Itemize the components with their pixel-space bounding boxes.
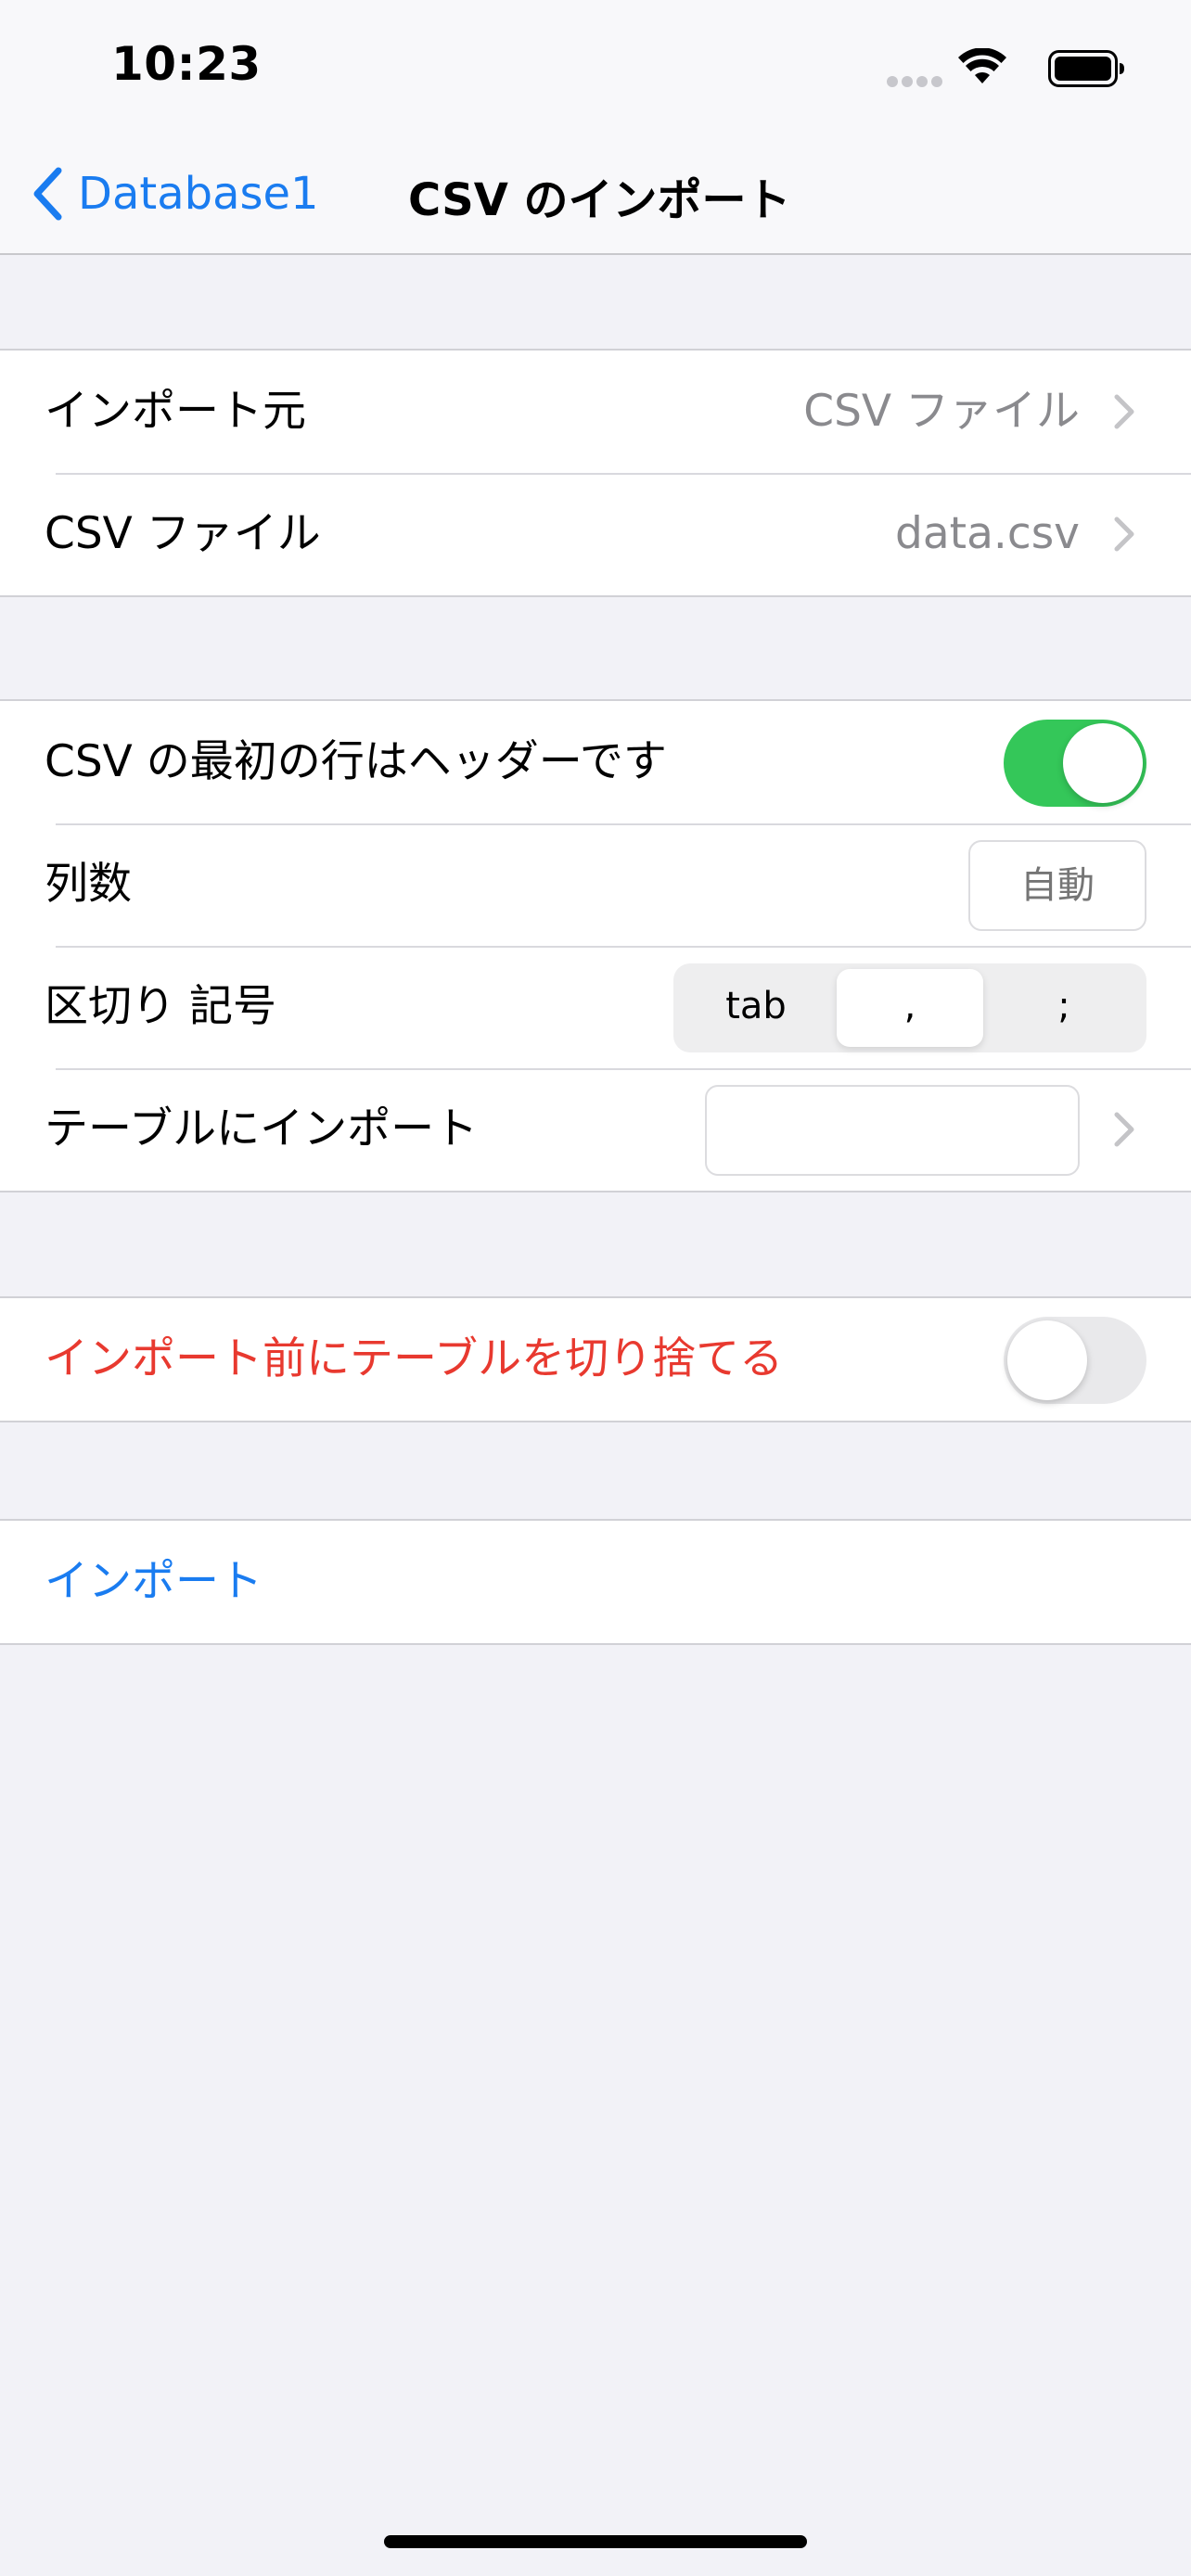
delimiter-option-comma[interactable]: , bbox=[837, 969, 983, 1047]
csv-file-row[interactable]: CSV ファイル data.csv bbox=[0, 473, 1191, 595]
truncate-toggle[interactable] bbox=[1004, 1317, 1146, 1404]
delimiter-label: 区切り 記号 bbox=[45, 981, 276, 1032]
chevron-left-icon bbox=[33, 167, 62, 221]
home-indicator[interactable] bbox=[384, 2535, 807, 2548]
back-button[interactable]: Database1 bbox=[32, 161, 319, 226]
navigation-bar: Database1 CSV のインポート bbox=[0, 130, 1191, 255]
import-button[interactable]: インポート bbox=[45, 1521, 263, 1643]
import-from-label: インポート元 bbox=[45, 386, 306, 437]
cellular-signal-icon bbox=[887, 76, 944, 87]
chevron-right-icon bbox=[1114, 1112, 1134, 1147]
battery-icon bbox=[1048, 50, 1124, 87]
import-from-row[interactable]: インポート元 CSV ファイル bbox=[0, 351, 1191, 475]
source-section: インポート元 CSV ファイル CSV ファイル data.csv bbox=[0, 349, 1191, 597]
truncate-label: インポート前にテーブルを切り捨てる bbox=[45, 1333, 784, 1384]
header-row-label: CSV の最初の行はヘッダーです bbox=[45, 736, 667, 787]
toggle-knob bbox=[1007, 1320, 1087, 1400]
truncate-row: インポート前にテーブルを切り捨てる bbox=[0, 1298, 1191, 1421]
import-to-table-row[interactable]: テーブルにインポート bbox=[0, 1068, 1191, 1191]
column-count-input[interactable] bbox=[968, 840, 1146, 931]
column-count-row: 列数 bbox=[0, 823, 1191, 948]
chevron-right-icon bbox=[1114, 394, 1134, 429]
back-button-label: Database1 bbox=[78, 168, 319, 220]
column-count-label: 列数 bbox=[45, 859, 132, 910]
header-row-setting: CSV の最初の行はヘッダーです bbox=[0, 701, 1191, 825]
import-row[interactable]: インポート bbox=[0, 1521, 1191, 1643]
delimiter-option-tab[interactable]: tab bbox=[683, 969, 829, 1047]
csv-file-label: CSV ファイル bbox=[45, 508, 321, 559]
toggle-knob bbox=[1063, 723, 1143, 803]
delimiter-row: 区切り 記号 tab , ; bbox=[0, 946, 1191, 1070]
wifi-icon bbox=[958, 48, 1006, 83]
status-icons bbox=[848, 46, 1126, 93]
delimiter-segmented-control: tab , ; bbox=[673, 963, 1146, 1052]
options-section: CSV の最初の行はヘッダーです 列数 区切り 記号 tab , ; テーブルに… bbox=[0, 699, 1191, 1192]
table-name-field[interactable] bbox=[705, 1085, 1080, 1176]
action-section: インポート bbox=[0, 1519, 1191, 1645]
status-time: 10:23 bbox=[111, 37, 262, 91]
status-bar: 10:23 bbox=[0, 0, 1191, 130]
import-from-value: CSV ファイル bbox=[803, 386, 1080, 437]
csv-file-value: data.csv bbox=[895, 508, 1080, 559]
page-title: CSV のインポート bbox=[408, 174, 791, 226]
header-row-toggle[interactable] bbox=[1004, 720, 1146, 807]
import-to-table-label: テーブルにインポート bbox=[45, 1103, 479, 1154]
chevron-right-icon bbox=[1114, 516, 1134, 552]
delimiter-option-semicolon[interactable]: ; bbox=[991, 969, 1137, 1047]
truncate-section: インポート前にテーブルを切り捨てる bbox=[0, 1296, 1191, 1422]
